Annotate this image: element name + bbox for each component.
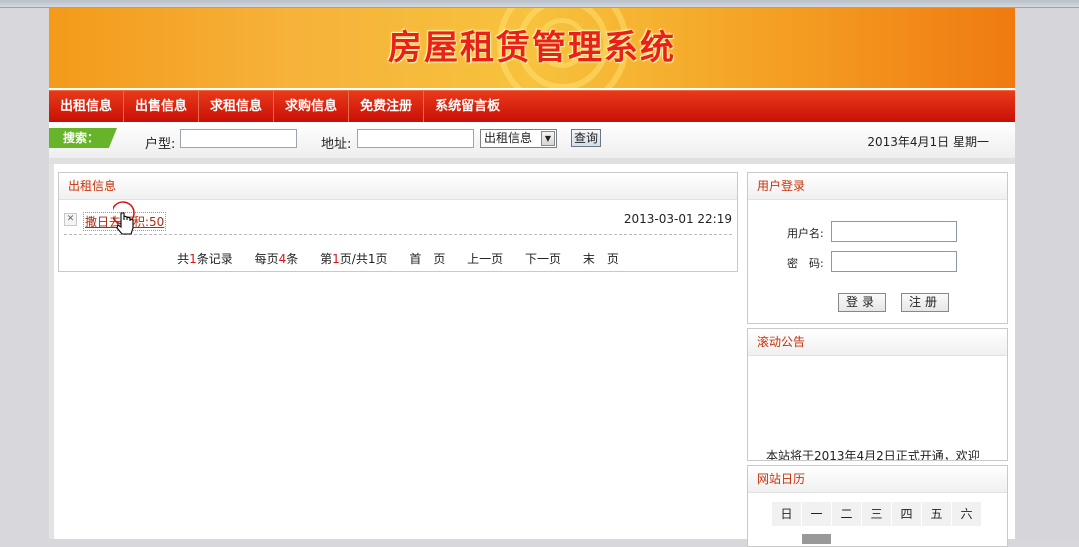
- pager: 共1条记录 每页4条 第1页/共1页 首 页 上一页 下一页 末 页: [59, 250, 737, 267]
- password-input[interactable]: [831, 251, 957, 272]
- login-panel-header: 用户登录: [748, 173, 1007, 200]
- left-gutter: [49, 164, 54, 539]
- notice-panel: 滚动公告 本站将于2013年4月2日正式开通，欢迎: [747, 328, 1008, 461]
- search-bar: 搜索： 户型: 地址: 出租信息 ▼ 查询 2013年4月1日 星期一: [49, 122, 1015, 164]
- category-select-value: 出租信息: [484, 131, 533, 145]
- calendar-weekdays: 日 一 二 三 四 五 六: [772, 502, 982, 526]
- nav-item-sell[interactable]: 出售信息: [124, 91, 200, 122]
- password-label: 密 码:: [787, 257, 824, 270]
- login-button[interactable]: 登录: [838, 293, 886, 312]
- weekday-mon: 一: [802, 502, 831, 526]
- calendar-panel: 网站日历 日 一 二 三 四 五 六: [747, 465, 1008, 547]
- calendar-today-cell[interactable]: [802, 534, 831, 544]
- house-type-input[interactable]: [180, 129, 297, 148]
- dropdown-arrow-icon[interactable]: ▼: [541, 131, 555, 146]
- address-label: 地址:: [321, 137, 352, 152]
- pager-current: 第1页/共1页: [320, 252, 388, 266]
- calendar-panel-header: 网站日历: [748, 466, 1007, 493]
- register-button[interactable]: 注册: [901, 293, 949, 312]
- address-input[interactable]: [357, 129, 474, 148]
- weekday-sat: 六: [952, 502, 981, 526]
- password-row: 密 码:: [748, 251, 1007, 273]
- broken-image-icon: ✕: [64, 213, 77, 226]
- username-label: 用户名:: [787, 227, 824, 240]
- hand-cursor-icon: [113, 201, 135, 235]
- current-date: 2013年4月1日 星期一: [867, 135, 989, 149]
- login-panel: 用户登录 用户名: 密 码: 登录 注册: [747, 172, 1008, 324]
- nav-item-register[interactable]: 免费注册: [349, 91, 425, 122]
- browser-top-edge: [0, 0, 1079, 8]
- weekday-sun: 日: [772, 502, 801, 526]
- category-select[interactable]: 出租信息 ▼: [480, 129, 557, 148]
- pager-first[interactable]: 首 页: [409, 252, 445, 266]
- nav-item-rent-out[interactable]: 出租信息: [49, 91, 125, 122]
- right-gutter: [1015, 8, 1079, 539]
- nav-item-want-buy[interactable]: 求购信息: [274, 91, 350, 122]
- pager-total: 共1条记录: [177, 252, 233, 266]
- nav-item-want-rent[interactable]: 求租信息: [199, 91, 275, 122]
- scrolling-notice-text: 本站将于2013年4月2日正式开通，欢迎: [766, 449, 980, 461]
- weekday-wed: 三: [862, 502, 891, 526]
- weekday-tue: 二: [832, 502, 861, 526]
- rental-panel-header: 出租信息: [59, 173, 737, 200]
- pager-last[interactable]: 末 页: [583, 252, 619, 266]
- username-row: 用户名:: [748, 221, 1007, 243]
- search-tag: 搜索：: [49, 128, 117, 148]
- house-type-label: 户型:: [145, 137, 176, 152]
- notice-panel-header: 滚动公告: [748, 329, 1007, 356]
- nav-item-guestbook[interactable]: 系统留言板: [424, 91, 511, 122]
- site-banner: 房屋租赁管理系统: [49, 8, 1015, 88]
- weekday-fri: 五: [922, 502, 951, 526]
- search-button[interactable]: 查询: [571, 129, 601, 147]
- main-nav: 出租信息 出售信息 求租信息 求购信息 免费注册 系统留言板: [49, 90, 1015, 122]
- username-input[interactable]: [831, 221, 957, 242]
- site-title: 房屋租赁管理系统: [388, 28, 676, 68]
- weekday-thu: 四: [892, 502, 921, 526]
- pager-per-page: 每页4条: [254, 252, 299, 266]
- page-container: 房屋租赁管理系统 出租信息 出售信息 求租信息 求购信息 免费注册 系统留言板 …: [49, 8, 1015, 547]
- rental-panel: 出租信息 ✕ 撒日去面积:50 2013-03-01 22:19 共1条记录 每…: [58, 172, 738, 272]
- rental-item-time: 2013-03-01 22:19: [623, 212, 732, 226]
- list-item: ✕ 撒日去面积:50 2013-03-01 22:19: [64, 210, 732, 235]
- pager-next[interactable]: 下一页: [525, 252, 561, 266]
- pager-prev[interactable]: 上一页: [467, 252, 503, 266]
